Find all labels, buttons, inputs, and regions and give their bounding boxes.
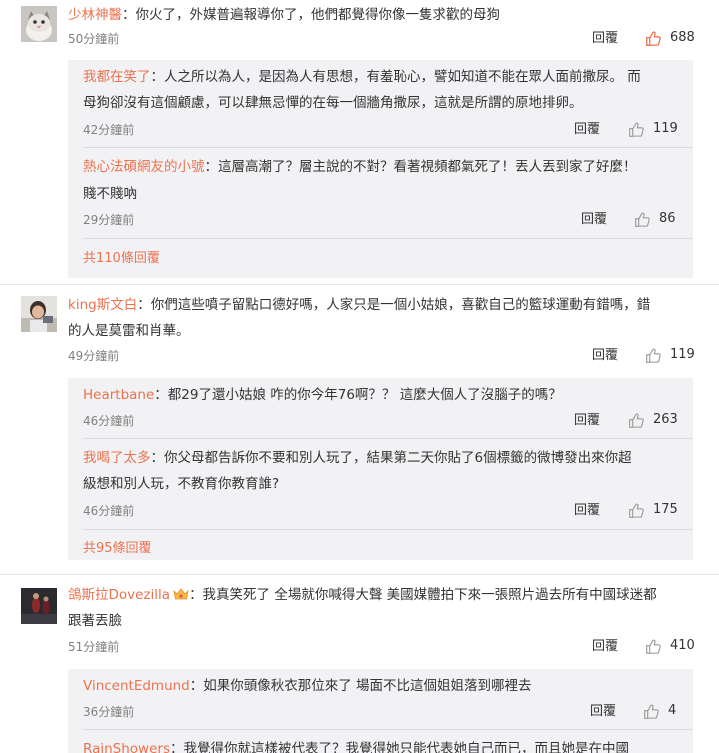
replies-box: VincentEdmund：如果你頭像秋衣那位來了 場面不比這個姐姐落到哪裡去 … (68, 669, 693, 753)
like-button[interactable]: 688 (645, 29, 695, 47)
reply-text: 我都在笑了：人之所以為人，是因為人有思想，有羞恥心，譬如知道不能在眾人面前撒尿。… (83, 69, 641, 85)
like-button[interactable]: 119 (628, 120, 678, 138)
like-count: 175 (653, 502, 678, 517)
thumbs-up-icon (645, 30, 662, 47)
like-button[interactable]: 410 (645, 637, 695, 655)
divider (83, 238, 693, 239)
like-button[interactable]: 86 (634, 210, 676, 228)
comment-text: king斯文白：你們這些噴子留點口德好嗎，人家只是一個小姑娘，喜歡自己的籃球運動… (68, 297, 651, 313)
reply-text: RainShowers：我覺得你就這樣被代表了？我覺得她只能代表她自己而已，而且… (83, 736, 681, 753)
reply-username[interactable]: 熱心法碩網友的小號 (83, 159, 205, 175)
like-count: 119 (653, 121, 678, 136)
thumbs-up-icon (643, 703, 660, 720)
like-button[interactable]: 119 (645, 346, 695, 364)
like-count: 4 (668, 703, 677, 718)
reply-timestamp: 42分鐘前 (83, 123, 135, 137)
like-count: 688 (670, 30, 695, 45)
reply-username[interactable]: 我都在笑了 (83, 69, 151, 85)
reply-timestamp: 46分鐘前 (83, 504, 135, 518)
avatar[interactable] (21, 6, 57, 42)
reply-username[interactable]: RainShowers (83, 741, 170, 753)
reply-text: Heartbane：都29了還小姑娘 咋的你今年76啊？？ 這麼大個人了沒腦子的… (83, 387, 562, 403)
comment-timestamp: 49分鐘前 (68, 349, 120, 363)
comment-text-continued: 跟著丟臉 (68, 613, 122, 629)
reply-button[interactable]: 回覆 (592, 638, 618, 656)
divider (0, 574, 719, 575)
reply-button[interactable]: 回覆 (574, 412, 600, 430)
reply-username[interactable]: VincentEdmund (83, 678, 190, 694)
divider (83, 729, 693, 730)
thumbs-up-icon (628, 121, 645, 138)
reply-button[interactable]: 回覆 (592, 30, 618, 48)
reply-text-continued: 母狗卻沒有這個顧慮，可以肆無忌憚的在每一個牆角撒尿，這就是所謂的原地排卵。 (83, 95, 583, 111)
reply-text: 熱心法碩網友的小號：這層高潮了？層主說的不對？看著視頻都氣死了！丟人丟到家了好麼… (83, 159, 637, 175)
like-count: 410 (670, 638, 695, 653)
divider (83, 147, 693, 148)
avatar[interactable] (21, 588, 57, 624)
reply-username[interactable]: Heartbane (83, 387, 154, 403)
comment-username[interactable]: 少林神醫 (68, 7, 122, 23)
vip-badge-icon (173, 584, 189, 600)
thumbs-up-icon (628, 412, 645, 429)
avatar[interactable] (21, 296, 57, 332)
thumbs-up-icon (628, 502, 645, 519)
reply-text: 我喝了太多：你父母都告訴你不要和別人玩了，結果第二天你貼了6個標籤的微博發出來你… (83, 450, 632, 466)
comment-text-continued: 的人是莫雷和肖華。 (68, 323, 190, 339)
comment-text: 鴿斯拉Dovezilla ：我真笑死了 全場就你喊得大聲 美國媒體拍下來一張照片… (68, 582, 699, 608)
comment-username[interactable]: king斯文白 (68, 297, 137, 313)
reply-timestamp: 29分鐘前 (83, 213, 135, 227)
comment-username[interactable]: 鴿斯拉Dovezilla (68, 587, 170, 603)
view-more-replies-link[interactable]: 共110條回覆 (83, 250, 160, 268)
replies-box: 我都在笑了：人之所以為人，是因為人有思想，有羞恥心，譬如知道不能在眾人面前撒尿。… (68, 60, 693, 278)
like-count: 263 (653, 412, 678, 427)
like-button[interactable]: 175 (628, 501, 678, 519)
divider (83, 438, 693, 439)
comment-timestamp: 50分鐘前 (68, 32, 120, 46)
reply-text: VincentEdmund：如果你頭像秋衣那位來了 場面不比這個姐姐落到哪裡去 (83, 678, 532, 694)
reply-text-continued: 級想和別人玩，不教育你教育誰? (83, 476, 280, 492)
thumbs-up-icon (634, 211, 651, 228)
like-count: 119 (670, 347, 695, 362)
reply-button[interactable]: 回覆 (592, 347, 618, 365)
reply-timestamp: 36分鐘前 (83, 705, 135, 719)
like-button[interactable]: 263 (628, 411, 678, 429)
divider (0, 284, 719, 285)
reply-button[interactable]: 回覆 (581, 211, 607, 229)
thumbs-up-icon (645, 638, 662, 655)
divider (83, 529, 693, 530)
view-more-replies-link[interactable]: 共95條回覆 (83, 540, 152, 558)
reply-button[interactable]: 回覆 (574, 121, 600, 139)
reply-text-continued: 賤不賤吶 (83, 186, 137, 202)
reply-username[interactable]: 我喝了太多 (83, 450, 151, 466)
replies-box: Heartbane：都29了還小姑娘 咋的你今年76啊？？ 這麼大個人了沒腦子的… (68, 378, 693, 560)
comment-text: 少林神醫：你火了，外媒普遍報導你了，他們都覺得你像一隻求歡的母狗 (68, 7, 500, 23)
comment-timestamp: 51分鐘前 (68, 640, 120, 654)
thumbs-up-icon (645, 347, 662, 364)
like-button[interactable]: 4 (643, 702, 676, 720)
reply-button[interactable]: 回覆 (574, 502, 600, 520)
reply-timestamp: 46分鐘前 (83, 414, 135, 428)
reply-button[interactable]: 回覆 (590, 703, 616, 721)
like-count: 86 (659, 211, 676, 226)
